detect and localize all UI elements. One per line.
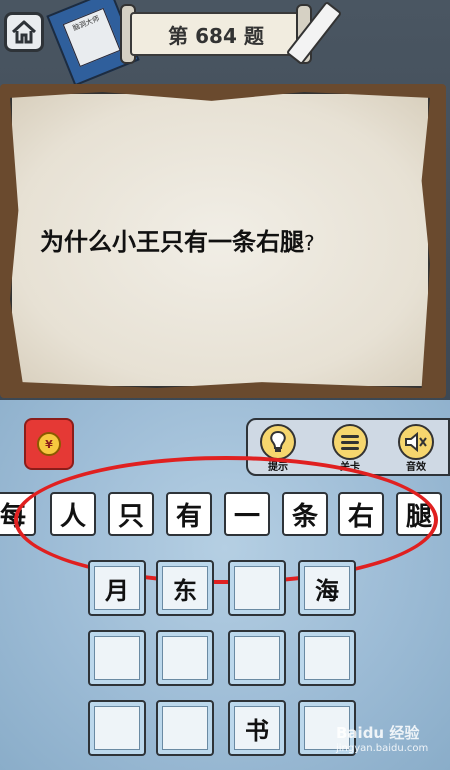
choice-tile[interactable]	[156, 630, 214, 686]
answer-tile[interactable]: 腿	[396, 492, 442, 536]
choice-char	[162, 706, 208, 750]
home-button[interactable]	[4, 12, 44, 52]
watermark-sub: jingyan.baidu.com	[336, 743, 429, 754]
choice-tile[interactable]: 书	[228, 700, 286, 756]
watermark-main: Baidu 经验	[336, 724, 420, 742]
question-mark: ?	[304, 231, 315, 255]
answer-tile[interactable]: 条	[282, 492, 328, 536]
lightbulb-icon	[260, 424, 296, 460]
choice-char	[162, 636, 208, 680]
choice-char	[94, 706, 140, 750]
choice-tile[interactable]: 东	[156, 560, 214, 616]
book-label: 脑洞大师	[62, 7, 121, 68]
menu-list-icon	[332, 424, 368, 460]
choice-tile[interactable]	[156, 700, 214, 756]
choice-char	[94, 636, 140, 680]
choice-tile[interactable]	[88, 700, 146, 756]
choice-tile[interactable]	[88, 630, 146, 686]
home-icon	[11, 20, 37, 44]
answer-tile[interactable]: 人	[50, 492, 96, 536]
red-packet-icon: ¥	[37, 432, 61, 456]
watermark: Baidu 经验 jingyan.baidu.com	[336, 722, 446, 762]
choice-char	[234, 566, 280, 610]
question-text: 为什么小王只有一条右腿?	[40, 222, 400, 262]
levels-button[interactable]: 关卡	[330, 424, 370, 473]
choice-tile[interactable]: 海	[298, 560, 356, 616]
answer-tile[interactable]: 一	[224, 492, 270, 536]
sound-label: 音效	[406, 462, 426, 473]
answer-tile[interactable]: 有	[166, 492, 212, 536]
choice-char: 书	[234, 706, 280, 750]
answer-tile[interactable]: 每	[0, 492, 36, 536]
hint-button[interactable]: 提示	[258, 424, 298, 473]
sound-button[interactable]: 音效	[396, 424, 436, 473]
speaker-muted-icon	[398, 424, 434, 460]
choice-char: 月	[94, 566, 140, 610]
choice-tile[interactable]	[298, 630, 356, 686]
level-title: 第 684 题	[130, 12, 302, 56]
choice-tile[interactable]	[228, 560, 286, 616]
choice-tile[interactable]: 月	[88, 560, 146, 616]
hint-label: 提示	[268, 462, 288, 473]
levels-label: 关卡	[340, 462, 360, 473]
answer-tile[interactable]: 只	[108, 492, 154, 536]
choice-char: 海	[304, 566, 350, 610]
red-packet-button[interactable]: ¥	[24, 418, 74, 470]
answer-tile[interactable]: 右	[338, 492, 384, 536]
choice-char: 东	[162, 566, 208, 610]
tool-panel: 提示 关卡 音效	[246, 418, 450, 476]
question-body: 为什么小王只有一条右腿	[40, 228, 304, 256]
choice-char	[234, 636, 280, 680]
choice-char	[304, 636, 350, 680]
choice-tile[interactable]	[228, 630, 286, 686]
